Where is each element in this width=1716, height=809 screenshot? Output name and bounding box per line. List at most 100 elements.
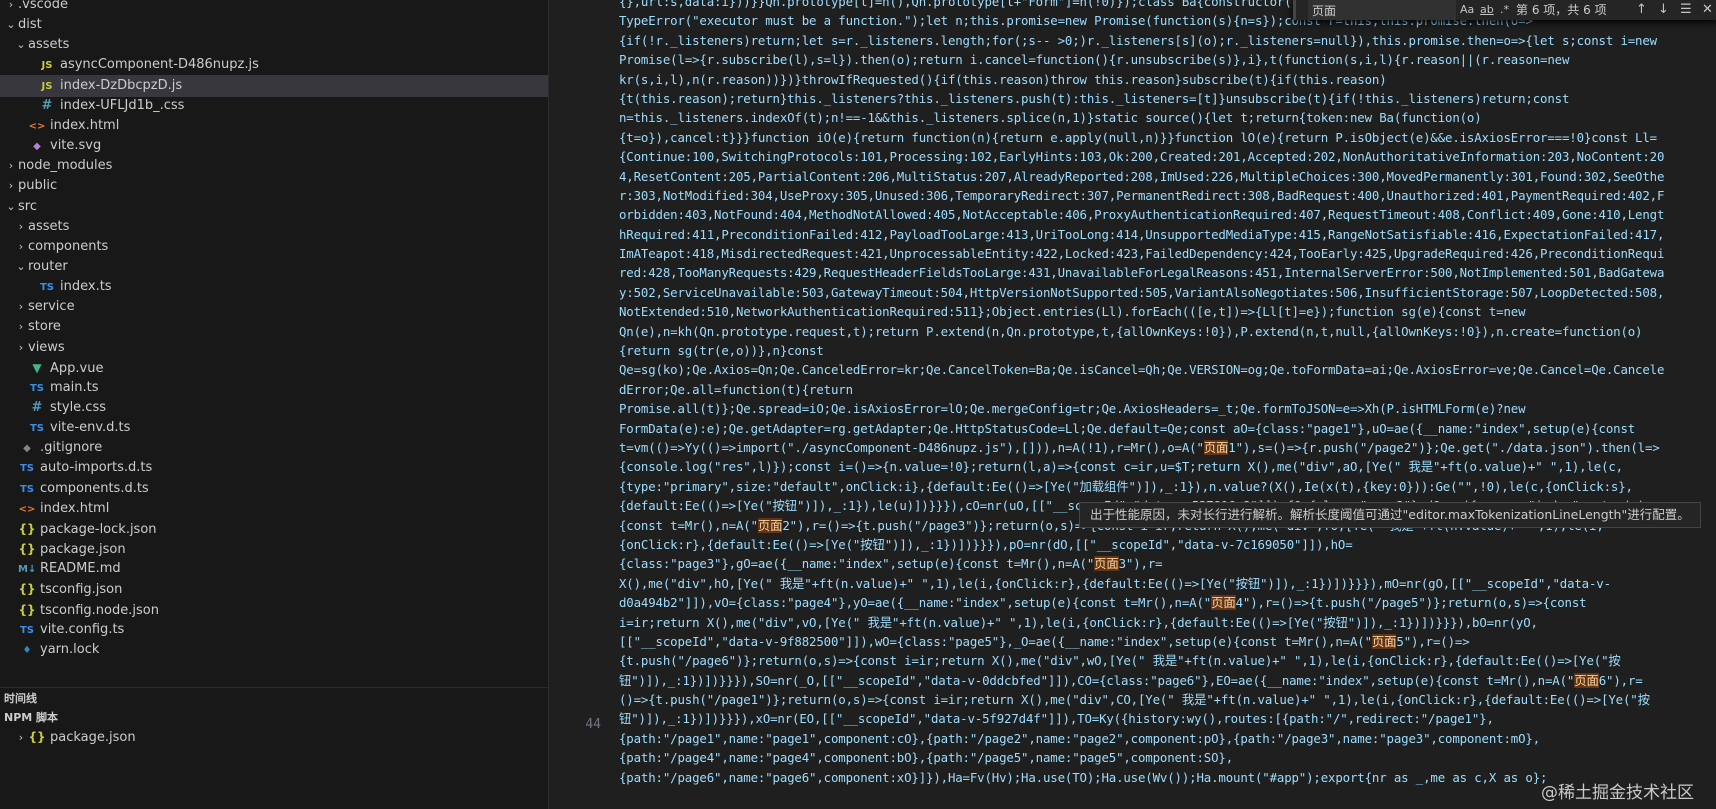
file-item[interactable]: ◆ .gitignore — [0, 437, 548, 459]
code-line: {if(!r._listeners)return;let s=r._listen… — [619, 31, 1716, 50]
file-item[interactable]: {} package-lock.json — [0, 518, 548, 540]
code-line: n=this._listeners.indexOf(t);n!==-1&&thi… — [619, 108, 1716, 127]
tree-item-label: index.ts — [60, 279, 112, 295]
next-match-icon[interactable]: ↓ — [1658, 0, 1669, 20]
tree-item-label: tsconfig.node.json — [40, 602, 159, 618]
tooltip-text: 出于性能原因，未对长行进行解析。解析长度阈值可通过"editor.maxToke… — [1090, 507, 1690, 522]
close-icon[interactable]: ✕ — [1702, 0, 1713, 20]
chevron-down-icon: ⌄ — [6, 18, 16, 32]
code-line: FormData(e):e);Qe.getAdapter=rg.getAdapt… — [619, 419, 1716, 438]
file-item[interactable]: {} tsconfig.json — [0, 578, 548, 600]
timeline-section-title: 时间线 — [4, 692, 37, 705]
file-item[interactable]: {} tsconfig.node.json — [0, 599, 548, 621]
file-item[interactable]: TS components.d.ts — [0, 478, 548, 500]
file-item[interactable]: TS auto-imports.d.ts — [0, 457, 548, 479]
tree-item-label: components.d.ts — [40, 480, 149, 496]
code-text: {t=o}),cancel:t}}}function iO(e){return … — [619, 129, 1657, 145]
code-text: t=vm(()=>Yy(()=>import("./asyncComponent… — [619, 439, 1204, 455]
code-text: hRequired:411,PreconditionFailed:412,Pay… — [619, 226, 1665, 242]
code-line: {t(this.reason);return}this._listeners?t… — [619, 89, 1716, 108]
folder-item[interactable]: › assets — [0, 216, 548, 238]
search-match-highlight: 页面 — [1211, 595, 1236, 611]
folder-item[interactable]: ⌄ assets — [0, 34, 548, 56]
code-text: Qe=sg(ko);Qe.Axios=Qn;Qe.CanceledError=k… — [619, 362, 1665, 378]
folder-item[interactable]: › node_modules — [0, 155, 548, 177]
line-number-gutter: 44 — [549, 0, 619, 809]
tree-item-label: .vscode — [18, 0, 68, 12]
tree-item-label: package.json — [40, 542, 126, 558]
search-match-highlight: 页面 — [1094, 556, 1119, 572]
code-line: {class:"page3"},gO=ae({__name:"index",se… — [619, 554, 1716, 573]
code-text: {path:"/page1",name:"page1",component:cO… — [619, 730, 1541, 746]
tree-item-label: views — [28, 339, 65, 355]
folder-item[interactable]: ⌄ router — [0, 256, 548, 278]
file-item[interactable]: # style.css — [0, 397, 548, 419]
json-file-icon: {} — [18, 602, 36, 617]
code-content[interactable]: {},url:s,data:i}))}}Qn.prototype[t]=n(),… — [619, 0, 1716, 787]
folder-item[interactable]: › views — [0, 337, 548, 359]
code-text: Promise(l=>{r.subscribe(l),s=l}).then(o)… — [619, 52, 1570, 68]
folder-item[interactable]: ⌄ src — [0, 196, 548, 218]
tree-item-label: tsconfig.json — [40, 582, 123, 598]
file-item[interactable]: ♦ yarn.lock — [0, 639, 548, 661]
folder-item[interactable]: › components — [0, 236, 548, 258]
chevron-right-icon: › — [18, 219, 24, 233]
code-text: {t.push("/page6")};return(o,s)=>{const i… — [619, 653, 1621, 669]
code-line: 钮")]),_:1})])}}}),SO=nr(_O,[["__scopeId"… — [619, 671, 1716, 690]
code-text: ()=>{t.push("/page1")};return(o,s)=>{con… — [619, 692, 1650, 708]
code-line: NotExtended:510,NetworkAuthenticationReq… — [619, 302, 1716, 321]
find-in-selection-icon[interactable]: ☰ — [1680, 0, 1692, 20]
file-item[interactable]: JS index-DzDbcpzD.js — [0, 74, 548, 97]
folder-item[interactable]: › public — [0, 175, 548, 197]
tree-item-label: README.md — [40, 561, 121, 577]
tree-item-label: main.ts — [50, 379, 99, 395]
code-text: {const t=Mr(),n=A(" — [619, 517, 758, 533]
code-text: {return sg(tr(e,o))},n}const — [619, 343, 824, 359]
folder-item[interactable]: › store — [0, 316, 548, 338]
chevron-right-icon: › — [8, 159, 14, 173]
find-input[interactable] — [1308, 0, 1456, 20]
match-case-toggle[interactable]: Aa — [1460, 0, 1474, 20]
code-text: {t(this.reason);return}this._listeners?t… — [619, 90, 1570, 106]
file-item[interactable]: ▼ App.vue — [0, 357, 548, 379]
regex-toggle[interactable]: .* — [1500, 0, 1509, 20]
code-text: 5"),r=()=> — [1396, 633, 1470, 649]
line-number: 44 — [585, 717, 601, 732]
file-item[interactable]: <> index.html — [0, 498, 548, 520]
code-line: red:428,TooManyRequests:429,RequestHeade… — [619, 263, 1716, 282]
file-item[interactable]: TS main.ts — [0, 377, 548, 399]
file-item[interactable]: <> index.html — [0, 115, 548, 137]
code-text: Qn(e),n=kh(Qn.prototype.request,t);retur… — [619, 323, 1643, 339]
code-line: Qn(e),n=kh(Qn.prototype.request,t);retur… — [619, 322, 1716, 341]
tree-item-label: style.css — [50, 400, 106, 415]
npm-scripts-item[interactable]: › {} package.json — [0, 726, 548, 748]
file-item[interactable]: TS index.ts — [0, 276, 548, 298]
code-line: d0a494b2"]]),vO={class:"page4"},yO=ae({_… — [619, 593, 1716, 612]
chevron-down-icon: ⌄ — [16, 259, 26, 273]
search-match-highlight: 页面 — [1371, 633, 1397, 649]
file-item[interactable]: {} package.json — [0, 538, 548, 560]
file-item[interactable]: TS vite-env.d.ts — [0, 417, 548, 439]
previous-match-icon[interactable]: ↑ — [1636, 0, 1647, 20]
code-editor[interactable]: 44 {},url:s,data:i}))}}Qn.prototype[t]=n… — [549, 0, 1716, 809]
code-line: ()=>{t.push("/page1")};return(o,s)=>{con… — [619, 690, 1716, 709]
file-item[interactable]: # index-UFLJd1b_.css — [0, 95, 548, 117]
chevron-right-icon: › — [18, 300, 24, 314]
code-line: {console.log("res",l)});const i=()=>{n.v… — [619, 457, 1716, 476]
json-file-icon: {} — [18, 582, 36, 597]
chevron-down-icon: ⌄ — [6, 199, 16, 213]
code-text: ImATeapot:418,MisdirectedRequest:421,Unp… — [619, 246, 1665, 262]
file-item[interactable]: TS vite.config.ts — [0, 619, 548, 641]
chevron-right-icon: › — [18, 340, 24, 354]
tree-item-label: vite.config.ts — [40, 621, 125, 637]
file-item[interactable]: ◆ vite.svg — [0, 135, 548, 157]
folder-item[interactable]: ⌄ dist — [0, 14, 548, 36]
npm-item-label: package.json — [50, 730, 136, 745]
tree-item-label: asyncComponent-D486nupz.js — [60, 57, 259, 73]
folder-item[interactable]: › service — [0, 296, 548, 318]
code-text: {class:"page3"},gO=ae({__name:"index",se… — [619, 556, 1095, 572]
whole-word-toggle[interactable]: ab — [1480, 0, 1494, 20]
file-item[interactable]: JS asyncComponent-D486nupz.js — [0, 54, 548, 76]
tokenization-tooltip: 出于性能原因，未对长行进行解析。解析长度阈值可通过"editor.maxToke… — [1079, 502, 1701, 528]
file-item[interactable]: M↓ README.md — [0, 558, 548, 580]
